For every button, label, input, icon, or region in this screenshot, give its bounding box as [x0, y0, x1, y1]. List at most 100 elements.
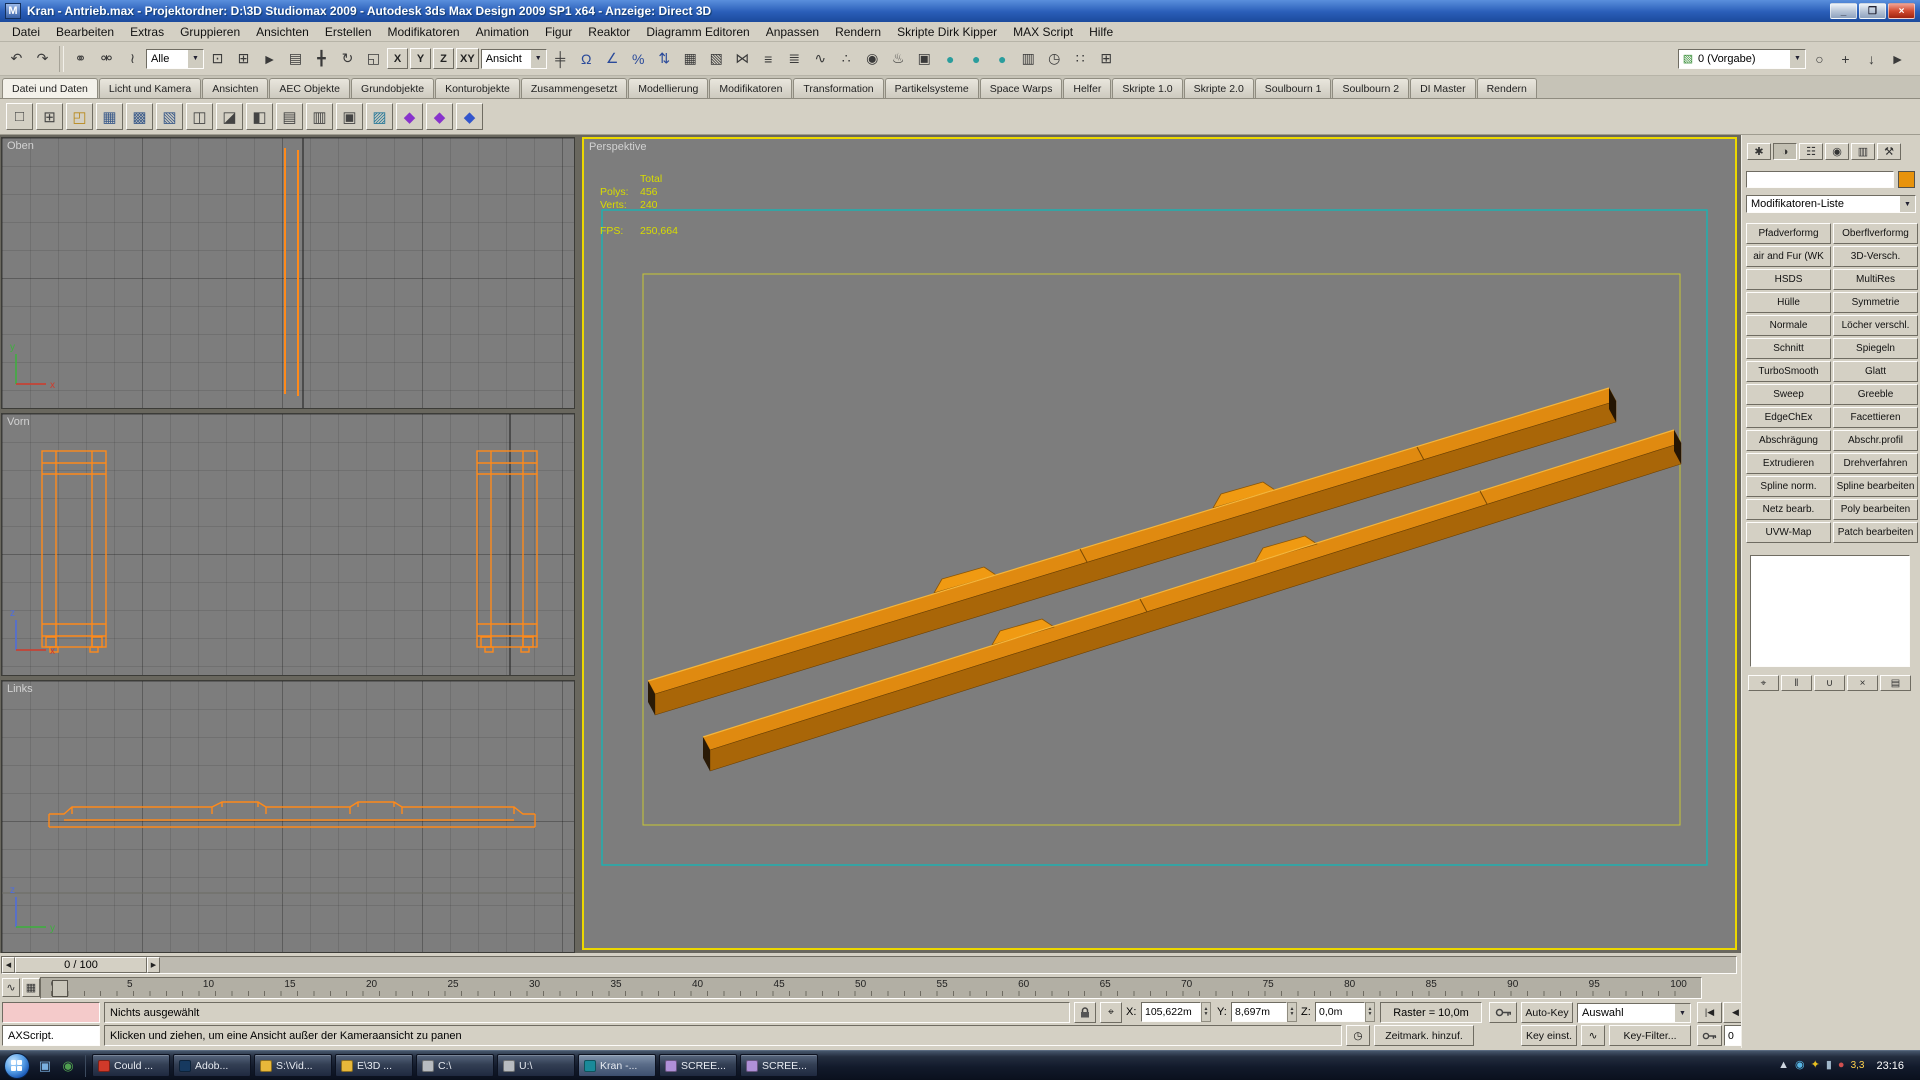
tray-network-icon[interactable]: ● — [1838, 1060, 1845, 1071]
start-button[interactable] — [4, 1053, 30, 1079]
object-name-field[interactable] — [1746, 171, 1894, 188]
modifier-button[interactable]: Abschrägung — [1746, 430, 1831, 451]
shelf-tab[interactable]: Licht und Kamera — [99, 78, 201, 98]
file-properties-icon[interactable]: ▣ — [336, 103, 363, 130]
shelf-tab[interactable]: Rendern — [1477, 78, 1537, 98]
redo-icon[interactable]: ↷ — [30, 46, 55, 72]
open-file-icon[interactable]: ◰ — [66, 103, 93, 130]
timeline-ruler[interactable]: 0510152025303540455055606570758085909510… — [40, 977, 1702, 999]
select-by-name-icon[interactable]: ▤ — [283, 46, 308, 72]
gem-script-3-icon[interactable]: ◆ — [456, 103, 483, 130]
add-time-tag-button[interactable]: Zeitmark. hinzuf. — [1374, 1025, 1474, 1046]
motion-tab-icon[interactable]: ◉ — [1825, 143, 1849, 160]
track-bar-filter-icon[interactable]: ▦ — [22, 978, 40, 997]
reference-coordsys-dropdown[interactable]: Ansicht ▼ — [481, 49, 547, 69]
percent-snap-icon[interactable]: % — [626, 46, 651, 72]
gem-script-1-icon[interactable]: ◆ — [396, 103, 423, 130]
key-filters-button[interactable]: Key-Filter... — [1609, 1025, 1691, 1046]
modifier-button[interactable]: UVW-Map — [1746, 522, 1831, 543]
modifier-button[interactable]: TurboSmooth — [1746, 361, 1831, 382]
shelf-tab[interactable]: Modifikatoren — [709, 78, 792, 98]
window-crossing-icon[interactable]: ⊞ — [231, 46, 256, 72]
shelf-tab[interactable]: Datei und Daten — [2, 78, 98, 98]
selection-lock-toggle[interactable] — [1074, 1002, 1096, 1023]
quick-launch-2-icon[interactable]: ◉ — [57, 1055, 79, 1077]
tray-hidden-icons-icon[interactable]: ▲ — [1778, 1060, 1789, 1071]
taskbar-button[interactable]: Could ... — [92, 1054, 170, 1077]
current-frame-marker[interactable] — [52, 980, 68, 997]
select-layer-icon[interactable]: ↓ — [1859, 46, 1884, 72]
tray-warning-icon[interactable]: ✦ — [1811, 1060, 1820, 1071]
grid-snap-icon[interactable]: ⊞ — [1094, 46, 1119, 72]
modifier-button[interactable]: air and Fur (WK — [1746, 246, 1831, 267]
select-and-manipulate-icon[interactable]: ╪ — [548, 46, 573, 72]
time-configuration-icon[interactable]: ◷ — [1042, 46, 1067, 72]
maxscript-mini-listener-pink[interactable] — [2, 1002, 100, 1023]
shelf-tab[interactable]: Space Warps — [980, 78, 1063, 98]
angle-snap-icon[interactable]: ∠ — [600, 46, 625, 72]
modifier-button[interactable]: 3D-Versch. — [1833, 246, 1918, 267]
menu-item[interactable]: Erstellen — [317, 23, 380, 41]
create-tab-icon[interactable]: ✱ — [1747, 143, 1771, 160]
menu-item[interactable]: Anpassen — [758, 23, 827, 41]
viewport-left[interactable]: Links z y — [1, 680, 575, 953]
maxscript-listener-input[interactable]: AXScript. — [2, 1025, 100, 1046]
merge-icon[interactable]: ◧ — [246, 103, 273, 130]
menu-item[interactable]: Ansichten — [248, 23, 317, 41]
modifier-button[interactable]: Poly bearbeiten — [1833, 499, 1918, 520]
tray-update-icon[interactable]: ◉ — [1795, 1060, 1805, 1071]
taskbar-button[interactable]: E\3D ... — [335, 1054, 413, 1077]
y-coordinate-field[interactable] — [1231, 1002, 1287, 1022]
xref-scene-icon[interactable]: ▤ — [276, 103, 303, 130]
modifier-button[interactable]: Glatt — [1833, 361, 1918, 382]
shelf-tab[interactable]: AEC Objekte — [269, 78, 350, 98]
viewport-top[interactable]: Oben y x — [1, 137, 575, 409]
snap-toggle-icon[interactable]: Ω — [574, 46, 599, 72]
set-keys-button[interactable]: Key einst. — [1521, 1025, 1577, 1046]
remove-modifier-icon[interactable]: × — [1847, 675, 1878, 691]
undo-icon[interactable]: ↶ — [4, 46, 29, 72]
view-image-file-icon[interactable]: ▨ — [366, 103, 393, 130]
rendered-frame-icon[interactable]: ▣ — [912, 46, 937, 72]
modify-tab-icon[interactable]: ◑ — [1773, 143, 1797, 160]
axis-y-button[interactable]: Y — [410, 48, 431, 69]
modifier-button[interactable]: Netz bearb. — [1746, 499, 1831, 520]
add-layer-icon[interactable]: + — [1833, 46, 1858, 72]
axis-xy-button[interactable]: XY — [456, 48, 479, 69]
spinner-snap-icon[interactable]: ⇅ — [652, 46, 677, 72]
fetch-icon[interactable]: ◪ — [216, 103, 243, 130]
hierarchy-tab-icon[interactable]: ☷ — [1799, 143, 1823, 160]
menu-item[interactable]: Animation — [468, 23, 537, 41]
summary-info-icon[interactable]: ▥ — [306, 103, 333, 130]
shelf-tab[interactable]: Grundobjekte — [351, 78, 434, 98]
shelf-tab[interactable]: Zusammengesetzt — [521, 78, 627, 98]
menu-item[interactable]: Figur — [537, 23, 580, 41]
edit-named-selections-icon[interactable]: ▦ — [678, 46, 703, 72]
gem-script-2-icon[interactable]: ◆ — [426, 103, 453, 130]
time-slider-track[interactable]: ◀ 0 / 100 ▶ — [1, 956, 1737, 974]
modifier-button[interactable]: MultiRes — [1833, 269, 1918, 290]
new-from-template-icon[interactable]: ⊞ — [36, 103, 63, 130]
menu-item[interactable]: Datei — [4, 23, 48, 41]
open-mini-curve-editor-icon[interactable]: ∿ — [2, 978, 20, 997]
bind-to-space-warp-icon[interactable]: ≀ — [120, 46, 145, 72]
taskbar-button[interactable]: Adob... — [173, 1054, 251, 1077]
save-copy-icon[interactable]: ▧ — [156, 103, 183, 130]
shelf-tab[interactable]: Konturobjekte — [435, 78, 520, 98]
layer-manager-icon[interactable]: ≣ — [782, 46, 807, 72]
taskbar-button[interactable]: S:\Vid... — [254, 1054, 332, 1077]
selection-filter-dropdown[interactable]: Alle ▼ — [146, 49, 204, 69]
show-end-result-icon[interactable]: ‖ — [1781, 675, 1812, 691]
render-preset-b-icon[interactable]: ● — [964, 46, 989, 72]
default-tangent-button[interactable]: ∿ — [1581, 1025, 1605, 1046]
modifier-button[interactable]: Oberflverformg — [1833, 223, 1918, 244]
beam-object-front[interactable] — [703, 430, 1681, 771]
select-and-move-icon[interactable]: ╋ — [309, 46, 334, 72]
modifier-list-dropdown[interactable]: Modifikatoren-Liste ▼ — [1746, 195, 1916, 213]
taskbar-button[interactable]: SCREE... — [659, 1054, 737, 1077]
minimize-button[interactable]: _ — [1830, 3, 1857, 19]
menu-item[interactable]: Bearbeiten — [48, 23, 122, 41]
modifier-button[interactable]: Pfadverformg — [1746, 223, 1831, 244]
quick-launch-1-icon[interactable]: ▣ — [34, 1055, 56, 1077]
mirror-icon[interactable]: ⋈ — [730, 46, 755, 72]
